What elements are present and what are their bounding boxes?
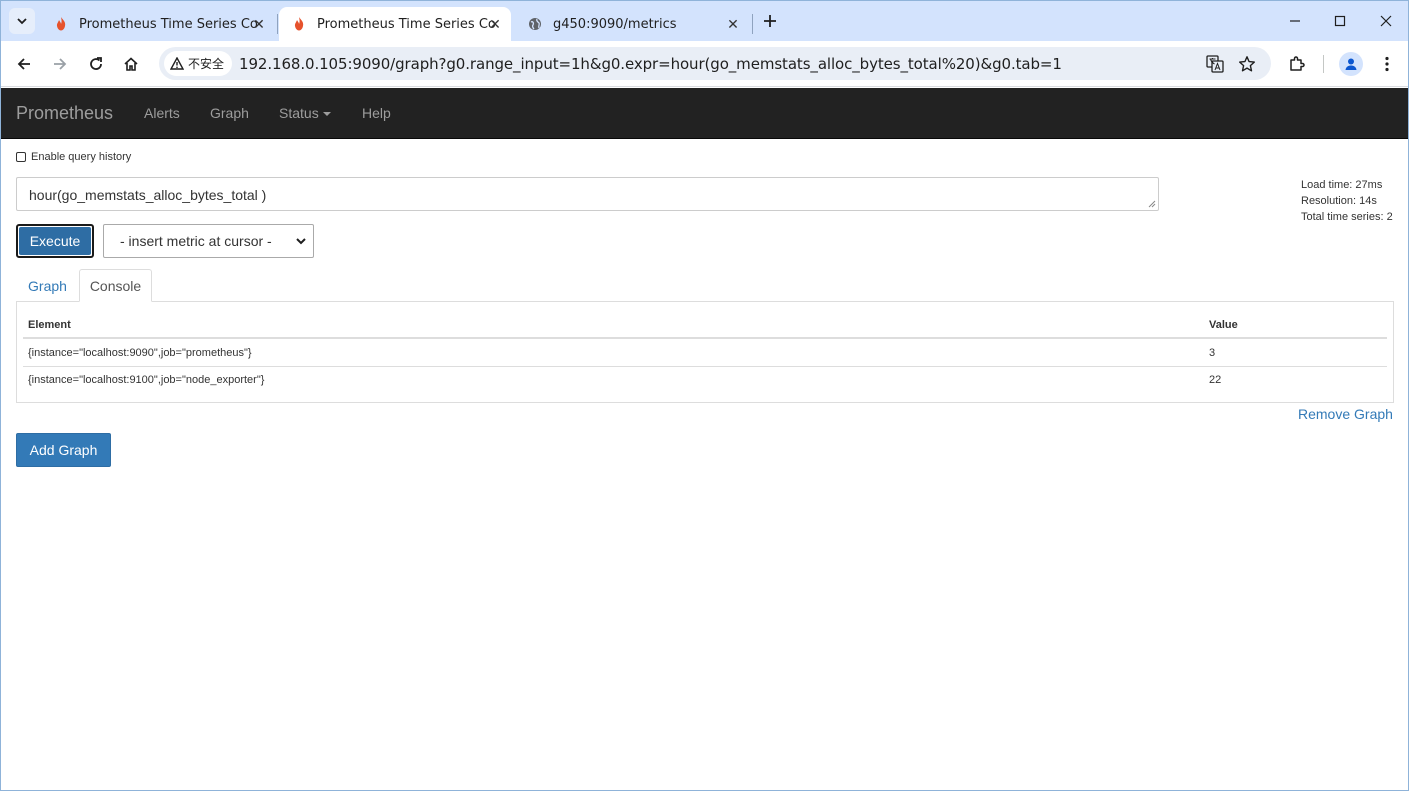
column-header-element: Element: [28, 319, 71, 331]
close-window-button[interactable]: [1374, 9, 1398, 33]
chevron-down-icon: [17, 18, 27, 25]
minimize-icon: [1290, 20, 1300, 22]
browser-menu-button[interactable]: [1375, 52, 1399, 76]
nav-status[interactable]: Status: [279, 105, 331, 121]
forward-arrow-icon: [54, 58, 67, 70]
reload-button[interactable]: [84, 52, 108, 76]
close-tab-icon[interactable]: ✕: [485, 14, 505, 34]
metric-select-value: - insert metric at cursor -: [120, 233, 272, 249]
tab-title: g450:9090/metrics: [553, 16, 677, 32]
toolbar-divider: [1323, 55, 1324, 73]
table-header: Element Value: [23, 312, 1387, 339]
minimize-button[interactable]: [1283, 9, 1307, 33]
resize-handle-icon[interactable]: [1148, 200, 1156, 208]
kebab-menu-icon: [1385, 56, 1389, 72]
tab-console[interactable]: Console: [79, 269, 152, 302]
security-label: 不安全: [188, 57, 225, 71]
table-row: {instance="localhost:9090",job="promethe…: [23, 340, 1387, 367]
value-cell: 3: [1209, 347, 1216, 359]
graph-page: Enable query history hour(go_memstats_al…: [1, 139, 1408, 790]
browser-tab-1[interactable]: Prometheus Time Series Colle ✕: [41, 7, 275, 41]
tab-title: Prometheus Time Series Colle: [317, 16, 495, 32]
tab-graph[interactable]: Graph: [16, 269, 79, 302]
translate-button[interactable]: [1203, 52, 1227, 76]
close-tab-icon[interactable]: ✕: [249, 14, 269, 34]
nav-help[interactable]: Help: [362, 105, 391, 121]
extensions-button[interactable]: [1285, 52, 1309, 76]
maximize-button[interactable]: [1328, 9, 1352, 33]
browser-toolbar: 不安全 192.168.0.105:9090/graph?g0.range_in…: [1, 41, 1408, 87]
home-icon: [124, 57, 138, 71]
forward-button[interactable]: [48, 52, 72, 76]
tab-divider: [752, 14, 753, 34]
back-arrow-icon: [17, 58, 30, 70]
add-graph-button[interactable]: Add Graph: [16, 433, 111, 467]
value-cell: 22: [1209, 374, 1222, 386]
expression-text: hour(go_memstats_alloc_bytes_total ): [29, 187, 267, 203]
plus-icon: [764, 15, 776, 27]
load-time: Load time: 27ms: [1301, 179, 1383, 191]
chevron-down-icon: [296, 238, 306, 245]
execute-label: Execute: [19, 227, 91, 255]
history-label: Enable query history: [31, 151, 132, 163]
insert-metric-select[interactable]: - insert metric at cursor -: [103, 224, 314, 258]
element-cell: {instance="localhost:9100",job="node_exp…: [28, 374, 265, 386]
warning-icon: [170, 57, 184, 70]
view-tabs: Graph Console: [16, 269, 1394, 302]
tab-search-button[interactable]: [9, 8, 35, 34]
nav-graph[interactable]: Graph: [210, 105, 249, 121]
nav-alerts[interactable]: Alerts: [144, 105, 180, 121]
browser-tab-3[interactable]: g450:9090/metrics ✕: [515, 7, 749, 41]
prometheus-flame-icon: [53, 16, 69, 32]
expression-input[interactable]: hour(go_memstats_alloc_bytes_total ): [16, 177, 1159, 211]
console-panel: Element Value {instance="localhost:9090"…: [16, 301, 1394, 403]
query-stats: Load time: 27ms Resolution: 14s Total ti…: [1301, 177, 1393, 225]
prometheus-navbar: Prometheus Alerts Graph Status Help: [1, 88, 1408, 139]
resolution: Resolution: 14s: [1301, 195, 1377, 207]
profile-avatar[interactable]: [1339, 52, 1363, 76]
total-time-series: Total time series: 2: [1301, 211, 1393, 223]
caret-down-icon: [322, 112, 331, 117]
url-text: 192.168.0.105:9090/graph?g0.range_input=…: [239, 55, 1062, 73]
globe-icon: [527, 16, 543, 32]
browser-tabstrip: Prometheus Time Series Colle ✕ Prometheu…: [1, 1, 1408, 41]
close-tab-icon[interactable]: ✕: [723, 14, 743, 34]
new-tab-button[interactable]: [758, 9, 782, 33]
home-button[interactable]: [119, 52, 143, 76]
star-icon: [1239, 56, 1255, 72]
history-checkbox[interactable]: [16, 152, 26, 162]
reload-icon: [90, 57, 102, 70]
remove-graph-link[interactable]: Remove Graph: [1298, 406, 1393, 422]
maximize-icon: [1334, 15, 1346, 27]
translate-icon: [1206, 55, 1224, 73]
query-history-toggle[interactable]: Enable query history: [16, 151, 131, 163]
address-bar[interactable]: 不安全 192.168.0.105:9090/graph?g0.range_in…: [159, 47, 1271, 80]
element-cell: {instance="localhost:9090",job="promethe…: [28, 347, 252, 359]
tab-title: Prometheus Time Series Colle: [79, 16, 257, 32]
nav-status-label: Status: [279, 105, 319, 121]
brand-link[interactable]: Prometheus: [16, 103, 113, 124]
column-header-value: Value: [1209, 319, 1238, 331]
close-icon: [1380, 15, 1392, 27]
person-icon: [1345, 58, 1357, 70]
back-button[interactable]: [12, 52, 36, 76]
bookmark-button[interactable]: [1235, 52, 1259, 76]
puzzle-icon: [1290, 56, 1305, 71]
execute-button[interactable]: Execute: [16, 224, 94, 258]
tab-divider: [277, 14, 278, 34]
security-chip[interactable]: 不安全: [164, 51, 233, 76]
prometheus-flame-icon: [291, 16, 307, 32]
browser-tab-2-active[interactable]: Prometheus Time Series Colle ✕: [279, 7, 511, 41]
table-row: {instance="localhost:9100",job="node_exp…: [23, 367, 1387, 394]
